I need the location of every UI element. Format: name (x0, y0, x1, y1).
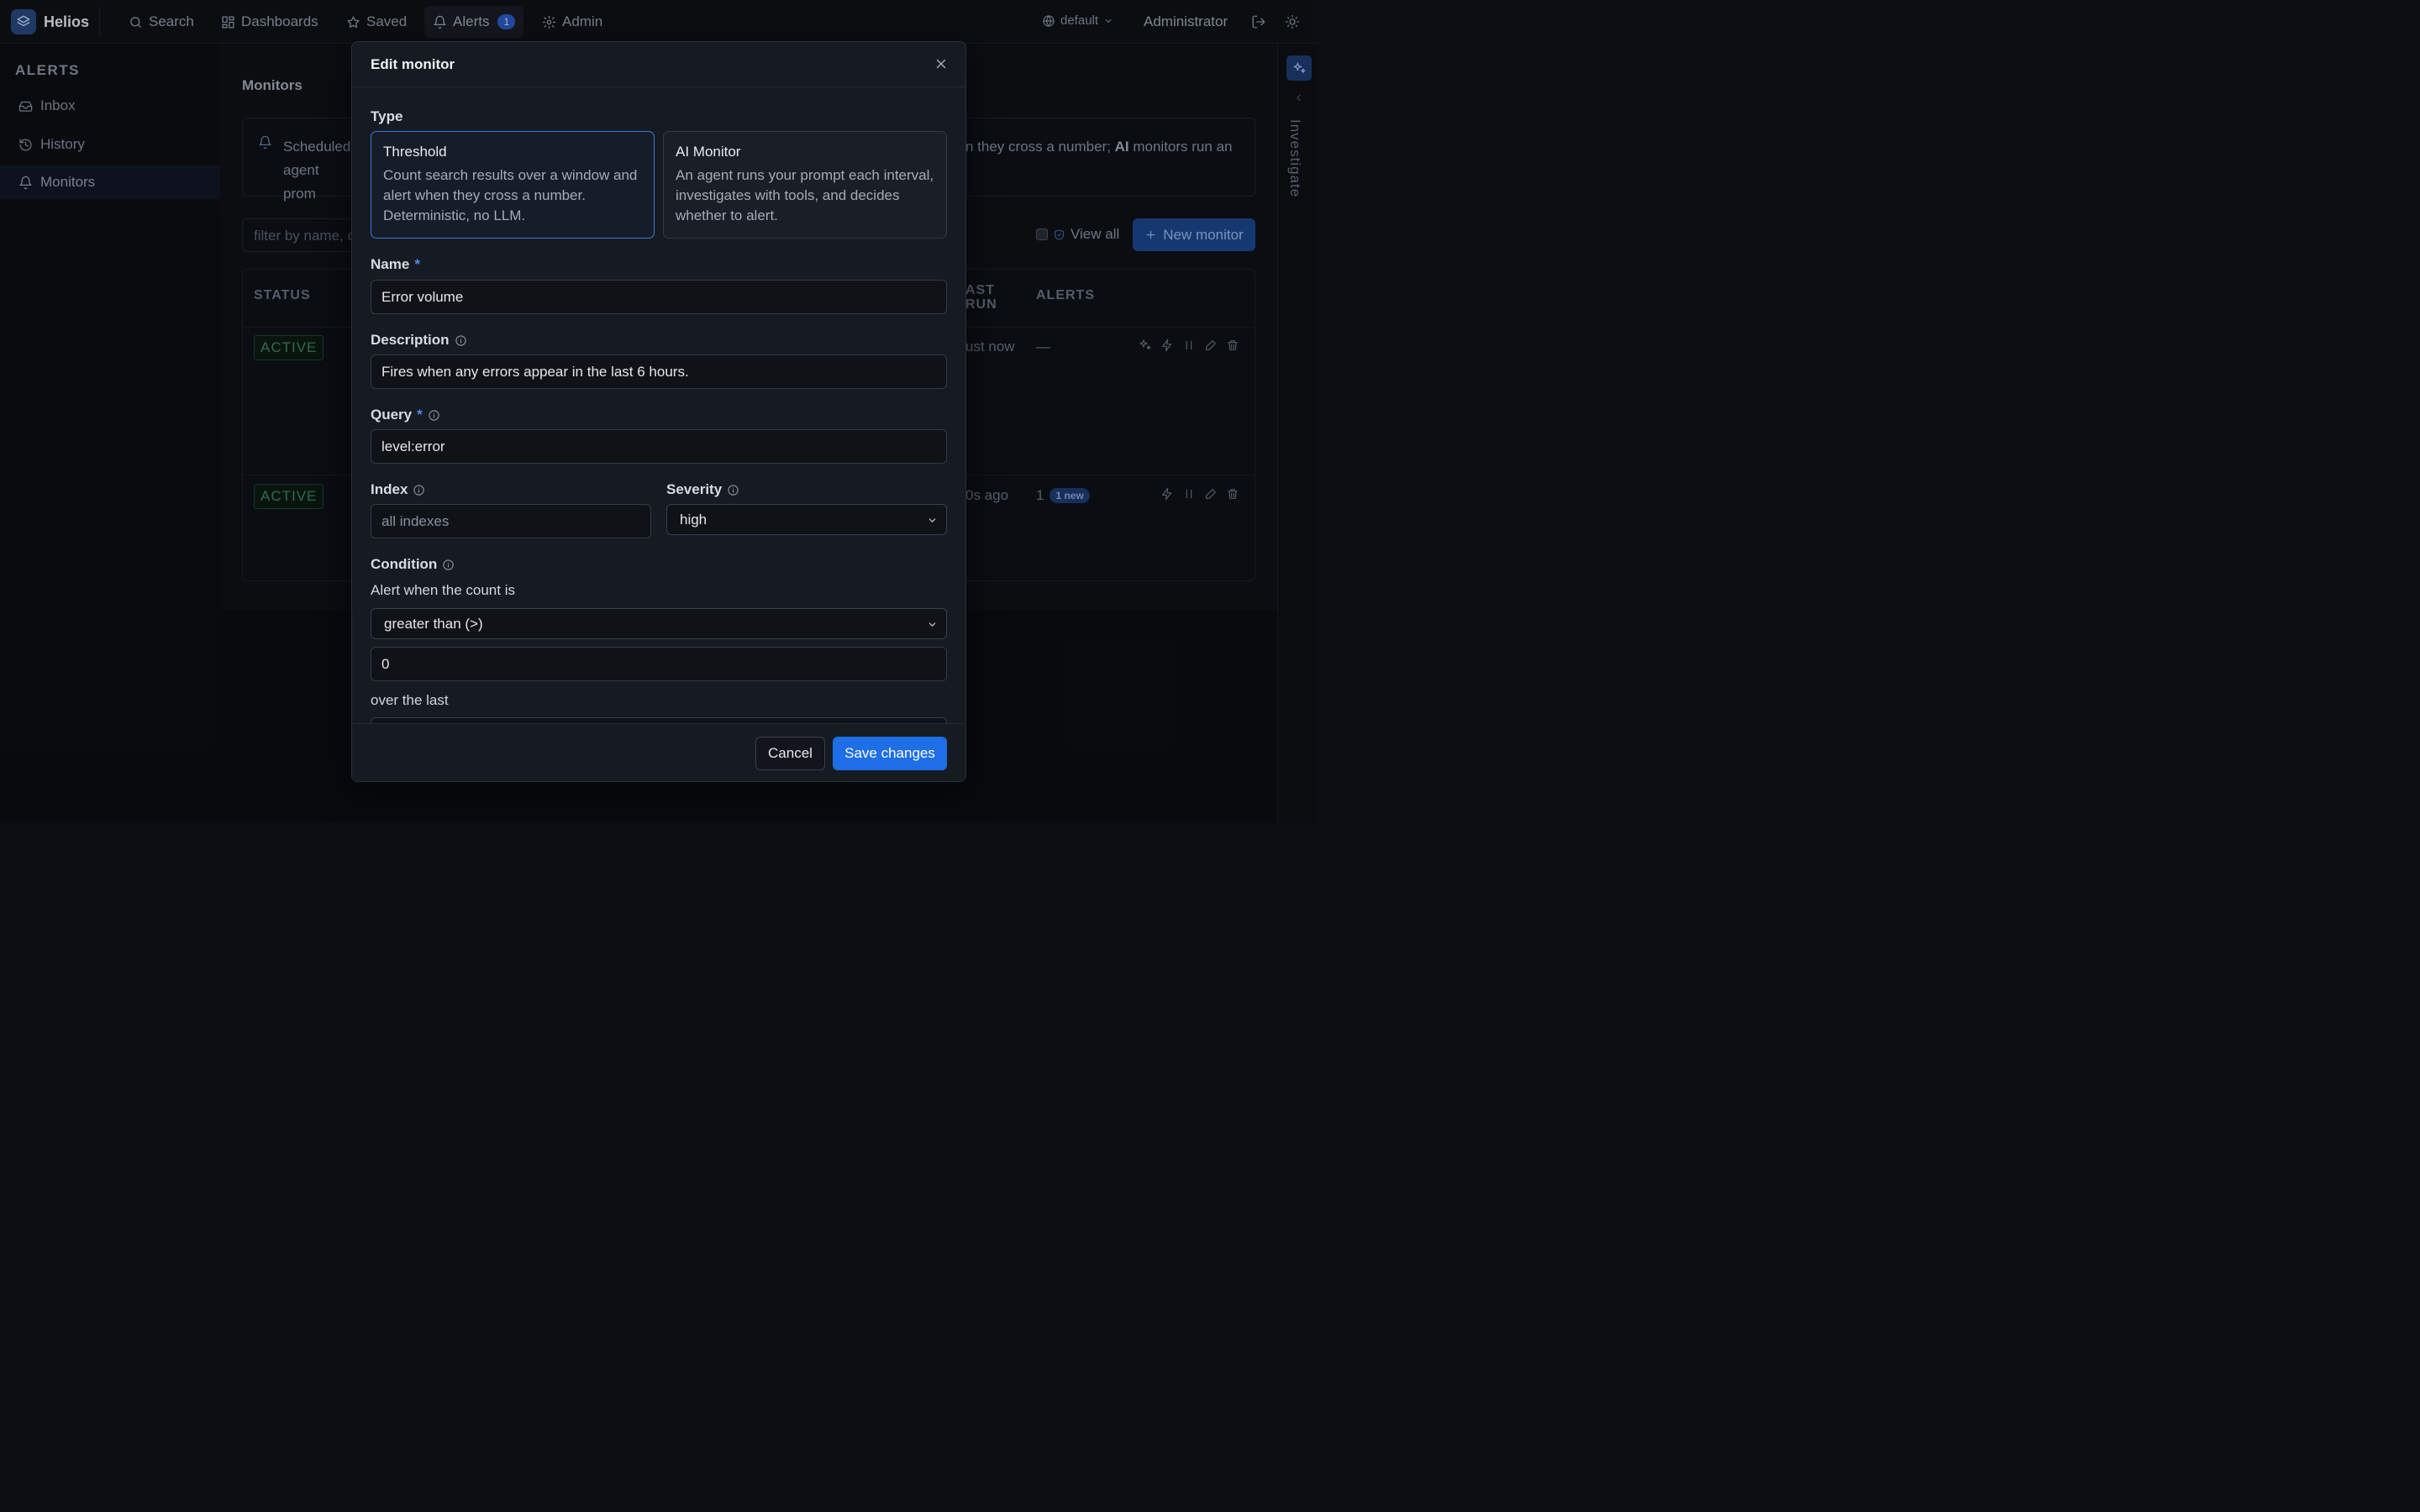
window-text: over the last (371, 692, 449, 708)
dialog-footer: Cancel Save changes (352, 723, 965, 781)
query-input[interactable]: level:error (371, 429, 947, 464)
label-text: Type (371, 108, 403, 124)
type-option-title: AI Monitor (676, 144, 741, 160)
dialog-title: Edit monitor (371, 56, 455, 72)
type-option-threshold[interactable]: Threshold Count search results over a wi… (371, 131, 655, 239)
edit-monitor-dialog: Edit monitor Type Threshold Count search… (351, 41, 966, 782)
query-label: Query * (371, 407, 440, 423)
chevron-down-icon (929, 622, 936, 627)
index-input[interactable]: all indexes (371, 504, 651, 538)
label-text: Severity (666, 481, 723, 497)
type-option-description: Count search results over a window and a… (383, 167, 638, 223)
save-changes-button[interactable]: Save changes (833, 737, 947, 770)
type-option-ai-monitor[interactable]: AI Monitor An agent runs your prompt eac… (663, 131, 947, 239)
type-option-title: Threshold (383, 144, 447, 160)
condition-operator-select[interactable]: greater than (>) (371, 608, 947, 639)
info-icon[interactable] (455, 334, 467, 347)
info-icon[interactable] (413, 484, 425, 496)
dialog-header: Edit monitor (352, 42, 965, 87)
description-input[interactable]: Fires when any errors appear in the last… (371, 354, 947, 389)
name-label: Name * (371, 256, 420, 273)
severity-value: high (680, 512, 708, 528)
type-label: Type (371, 108, 402, 125)
severity-select[interactable]: high (666, 504, 947, 535)
label-text: Description (371, 332, 450, 348)
condition-label: Condition (371, 556, 455, 573)
description-label: Description (371, 332, 467, 349)
chevron-down-icon (929, 518, 936, 522)
close-icon[interactable] (934, 56, 949, 71)
required-marker: * (417, 407, 423, 423)
name-input[interactable]: Error volume (371, 280, 947, 314)
severity-label: Severity (666, 481, 739, 498)
label-text: Condition (371, 556, 438, 572)
label-text: Query (371, 407, 413, 423)
label-text: Name (371, 256, 410, 272)
operator-value: greater than (>) (384, 616, 483, 632)
info-icon[interactable] (442, 559, 455, 571)
label-text: Index (371, 481, 408, 497)
condition-text: Alert when the count is (371, 582, 515, 598)
info-icon[interactable] (428, 409, 440, 422)
required-marker: * (414, 256, 420, 272)
cancel-button[interactable]: Cancel (755, 737, 825, 770)
type-option-description: An agent runs your prompt each interval,… (676, 167, 934, 223)
threshold-input[interactable]: 0 (371, 647, 947, 681)
index-label: Index (371, 481, 425, 498)
info-icon[interactable] (727, 484, 739, 496)
